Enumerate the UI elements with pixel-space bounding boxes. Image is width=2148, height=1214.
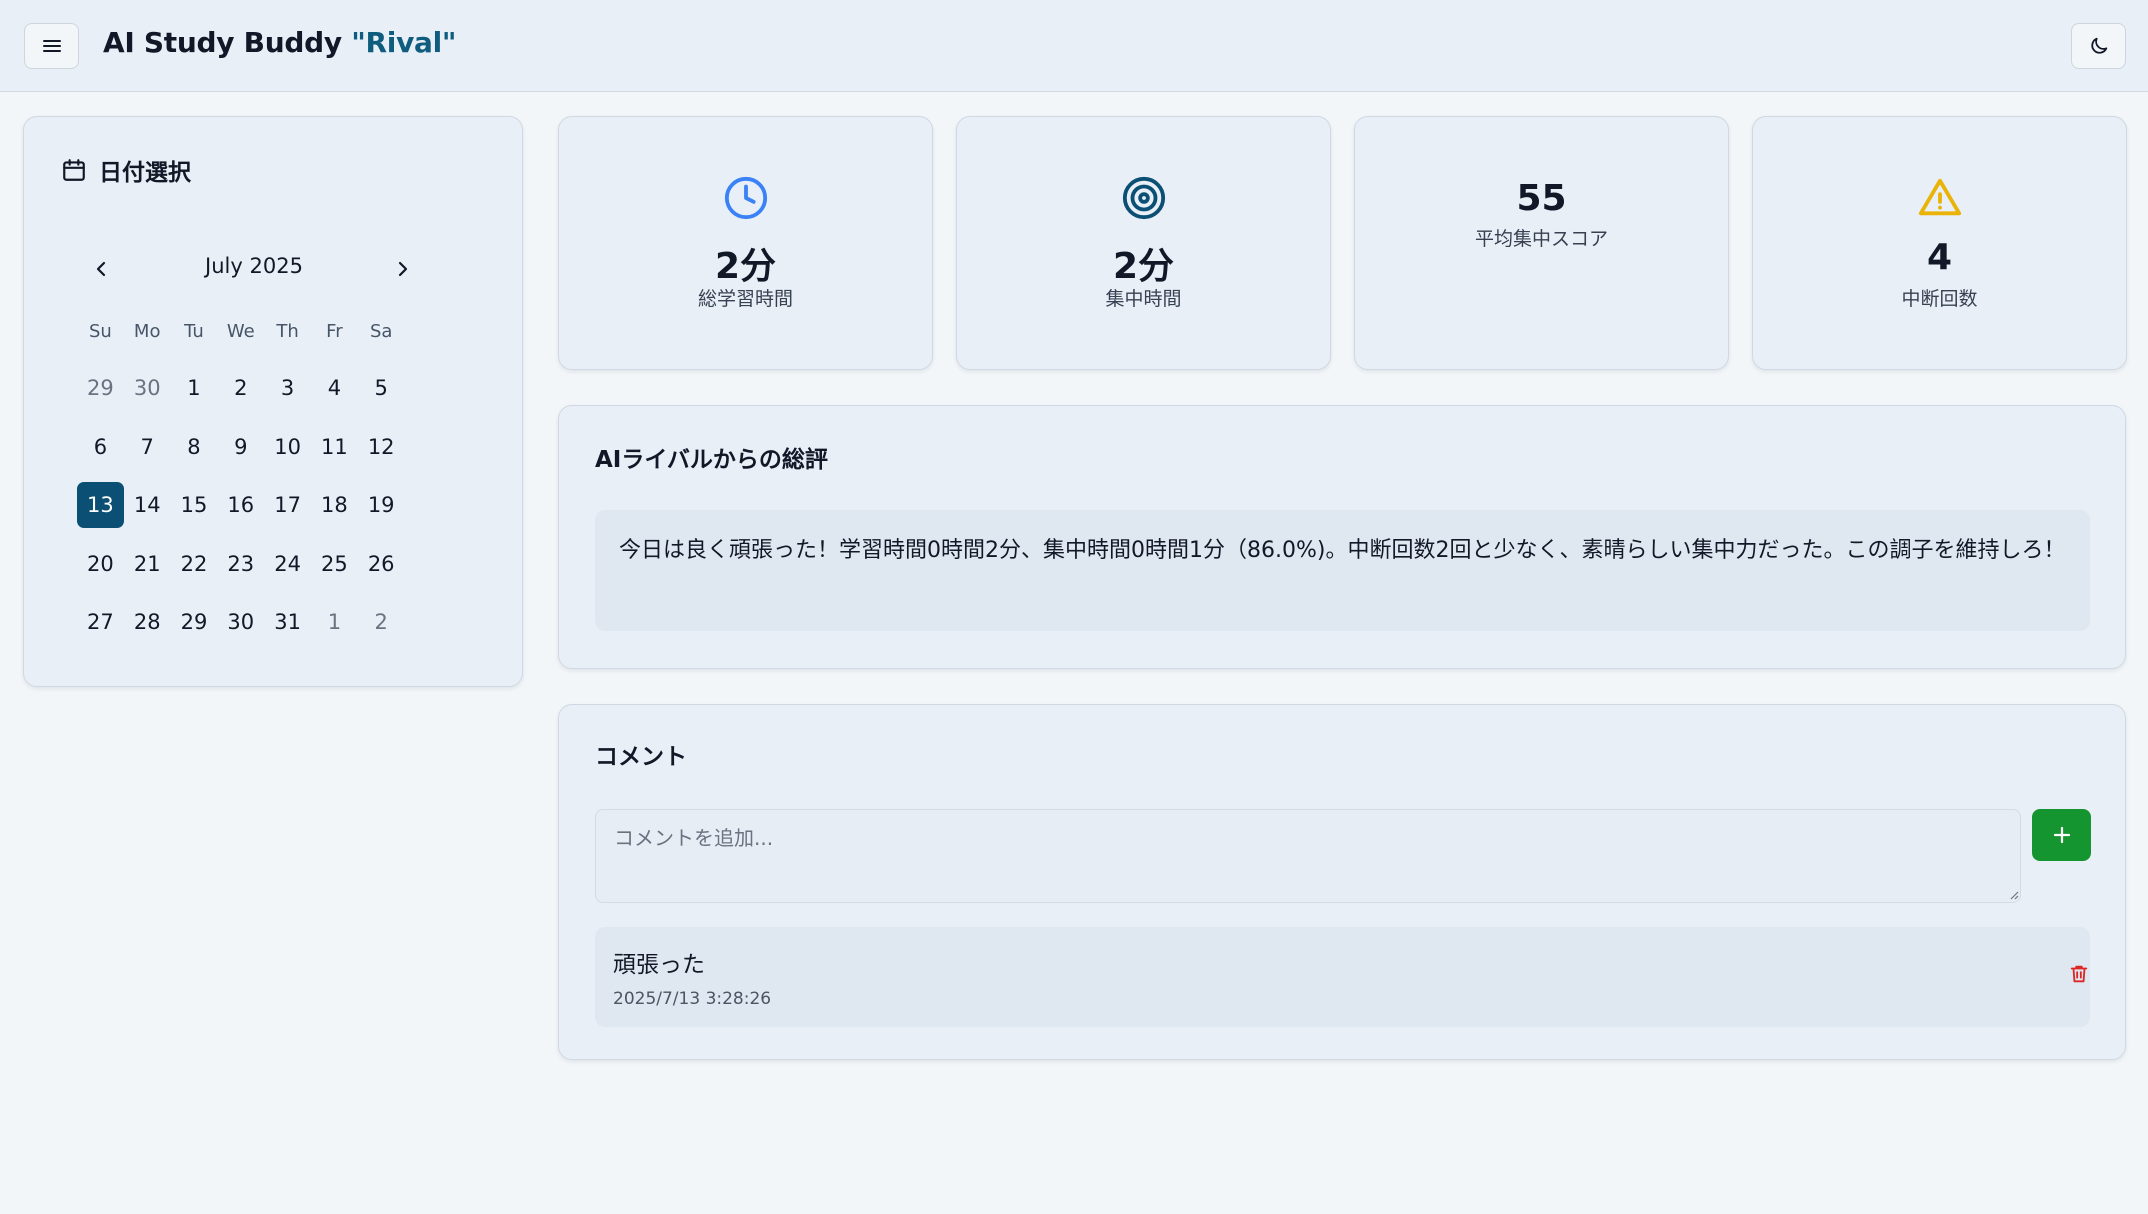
calendar-day[interactable]: 24	[264, 541, 311, 587]
target-icon	[1122, 176, 1165, 220]
weekday-label: Fr	[326, 320, 343, 342]
calendar-day[interactable]: 25	[311, 541, 358, 587]
stat-card-interruptions: 4 中断回数	[1752, 116, 2127, 370]
stat-icon-wrap	[957, 175, 1330, 221]
weekday-row: Su Mo Tu We Th Fr Sa	[77, 311, 405, 351]
calendar-day[interactable]: 21	[124, 541, 171, 587]
comment-text: 頑張った	[613, 952, 705, 978]
calendar-day[interactable]: 29	[77, 365, 124, 411]
calendar-day[interactable]: 9	[217, 424, 264, 470]
calendar-week: 13 14 15 16 17 18 19	[77, 482, 405, 541]
calendar-day[interactable]: 11	[311, 424, 358, 470]
calendar-day[interactable]: 4	[311, 365, 358, 411]
clock-icon	[724, 176, 767, 220]
comments-title: コメント	[595, 744, 687, 770]
calendar-day-selected[interactable]: 13	[77, 482, 124, 528]
comment-item: 頑張った 2025/7/13 3:28:26	[595, 927, 2090, 1027]
app-title-accent: "Rival"	[351, 26, 457, 59]
app-title: AI Study Buddy "Rival"	[103, 26, 457, 59]
moon-icon	[2090, 37, 2107, 54]
comments-card: コメント 頑張った 2025/7/13 3:28:26	[558, 704, 2126, 1060]
ai-review-card: AIライバルからの総評 今日は良く頑張った！学習時間0時間2分、集中時間0時間1…	[558, 405, 2126, 669]
calendar-day[interactable]: 2	[358, 599, 405, 645]
calendar-month-label: July 2025	[205, 254, 303, 278]
stat-label: 中断回数	[1901, 288, 1978, 310]
stat-value: 55	[1516, 178, 1567, 219]
weekday-label: We	[226, 320, 255, 342]
chevron-right-icon	[398, 261, 408, 277]
calendar-day[interactable]: 26	[358, 541, 405, 587]
calendar-day[interactable]: 27	[77, 599, 124, 645]
calendar-day[interactable]: 8	[171, 424, 218, 470]
calendar-day[interactable]: 7	[124, 424, 171, 470]
calendar-day[interactable]: 15	[171, 482, 218, 528]
app-header: AI Study Buddy "Rival"	[0, 0, 2148, 92]
stat-icon-wrap	[1753, 175, 2126, 221]
chevron-left-icon	[96, 261, 106, 277]
stat-value: 4	[1926, 237, 1953, 278]
menu-icon	[42, 40, 61, 52]
stat-value: 2分	[714, 246, 777, 287]
calendar-day[interactable]: 12	[358, 424, 405, 470]
calendar-week: 6 7 8 9 10 11 12	[77, 424, 405, 483]
weekday-label: Th	[276, 320, 299, 342]
calendar-week: 20 21 22 23 24 25 26	[77, 541, 405, 600]
add-comment-button[interactable]	[2032, 809, 2091, 861]
plus-icon	[2053, 826, 2070, 844]
calendar-card: 日付選択 July 2025 Su Mo Tu We Th Fr Sa 29 3…	[23, 116, 523, 687]
previous-month-button[interactable]	[82, 249, 122, 289]
calendar-day[interactable]: 28	[124, 599, 171, 645]
calendar-day[interactable]: 20	[77, 541, 124, 587]
calendar-day[interactable]: 19	[358, 482, 405, 528]
stat-card-focus-time: 2分 集中時間	[956, 116, 1331, 370]
comment-input[interactable]	[595, 809, 2021, 903]
ai-review-title: AIライバルからの総評	[595, 447, 828, 473]
stat-value: 2分	[1112, 246, 1175, 287]
stat-label: 総学習時間	[697, 288, 793, 310]
calendar-day[interactable]: 22	[171, 541, 218, 587]
calendar-day[interactable]: 1	[171, 365, 218, 411]
weekday-label: Mo	[133, 320, 161, 342]
calendar-day[interactable]: 18	[311, 482, 358, 528]
weekday-label: Tu	[184, 320, 204, 342]
calendar-heading-label: 日付選択	[99, 160, 191, 186]
calendar-day[interactable]: 31	[264, 599, 311, 645]
menu-button[interactable]	[24, 23, 79, 69]
calendar-day[interactable]: 29	[171, 599, 218, 645]
calendar-grid: Su Mo Tu We Th Fr Sa 29 30 1 2 3 4 5 6 7…	[77, 311, 405, 658]
stat-label: 集中時間	[1105, 288, 1182, 310]
calendar-day[interactable]: 17	[264, 482, 311, 528]
weekday-label: Su	[88, 320, 112, 342]
calendar-day[interactable]: 2	[217, 365, 264, 411]
stat-label: 平均集中スコア	[1474, 228, 1608, 250]
trash-icon	[2070, 965, 2088, 983]
calendar-week: 27 28 29 30 31 1 2	[77, 599, 405, 658]
stat-card-average-focus-score: 55 平均集中スコア	[1354, 116, 1729, 370]
stat-card-total-study-time: 2分 総学習時間	[558, 116, 933, 370]
calendar-week: 29 30 1 2 3 4 5	[77, 365, 405, 424]
weekday-label: Sa	[369, 320, 393, 342]
warning-icon	[1918, 178, 1961, 216]
comment-timestamp: 2025/7/13 3:28:26	[613, 989, 772, 1009]
stat-icon-wrap	[559, 175, 932, 221]
calendar-icon	[63, 159, 85, 181]
ai-review-text: 今日は良く頑張った！学習時間0時間2分、集中時間0時間1分（86.0%)。中断回…	[595, 510, 2090, 631]
delete-comment-button[interactable]	[2061, 954, 2097, 994]
calendar-day[interactable]: 10	[264, 424, 311, 470]
calendar-day[interactable]: 1	[311, 599, 358, 645]
next-month-button[interactable]	[382, 249, 422, 289]
calendar-day[interactable]: 30	[217, 599, 264, 645]
theme-toggle-button[interactable]	[2071, 23, 2126, 69]
calendar-day[interactable]: 30	[124, 365, 171, 411]
calendar-day[interactable]: 3	[264, 365, 311, 411]
calendar-day[interactable]: 16	[217, 482, 264, 528]
calendar-day[interactable]: 23	[217, 541, 264, 587]
calendar-day[interactable]: 6	[77, 424, 124, 470]
calendar-day[interactable]: 14	[124, 482, 171, 528]
calendar-day[interactable]: 5	[358, 365, 405, 411]
app-title-main: AI Study Buddy	[103, 26, 352, 59]
calendar-heading: 日付選択	[61, 153, 191, 187]
resize-grip-icon[interactable]	[2009, 890, 2019, 900]
